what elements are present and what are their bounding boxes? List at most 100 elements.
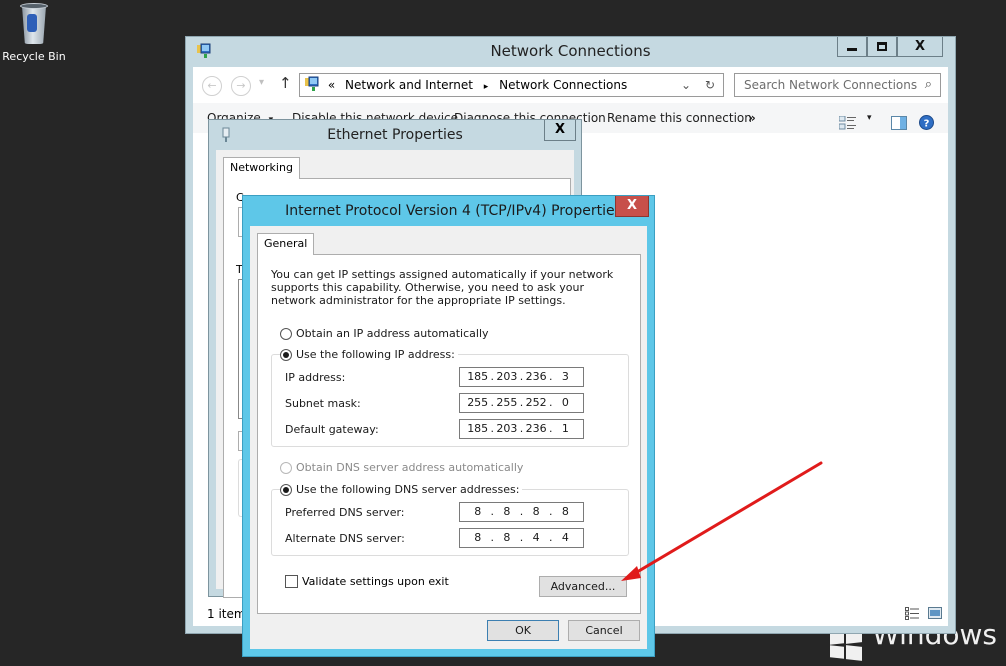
alternate-dns-field[interactable]: 8. 8. 4. 4 (459, 528, 584, 548)
octet: 0 (561, 396, 569, 409)
more-commands-button[interactable]: » (748, 103, 756, 133)
recycle-bin-shortcut[interactable]: Recycle Bin (0, 2, 68, 63)
view-details-icon (838, 115, 856, 130)
breadcrumb-network-connections[interactable]: Network Connections (499, 78, 627, 92)
address-bar[interactable]: « Network and Internet ▸ Network Connect… (299, 73, 724, 97)
radio-label: Use the following IP address: (296, 348, 455, 361)
ip-settings-description: You can get IP settings assigned automat… (271, 268, 614, 307)
maximize-button[interactable] (867, 37, 897, 57)
cancel-button[interactable]: Cancel (568, 620, 640, 641)
up-arrow-icon: ↑ (279, 74, 292, 92)
subnet-mask-field[interactable]: 255. 255. 252. 0 (459, 393, 584, 413)
tab-general[interactable]: General (257, 233, 315, 255)
octet: 8 (474, 531, 482, 544)
preferred-dns-label: Preferred DNS server: (285, 506, 405, 519)
close-button[interactable]: X (544, 120, 576, 141)
search-placeholder: Search Network Connections (744, 78, 918, 92)
search-input[interactable]: Search Network Connections ⌕ (734, 73, 941, 97)
dns-group: Preferred DNS server: 8. 8. 8. 8 Alterna… (271, 489, 629, 556)
radio-label: Obtain an IP address automatically (296, 327, 489, 340)
octet: 203 (496, 422, 518, 435)
default-gateway-label: Default gateway: (285, 423, 379, 436)
ok-button[interactable]: OK (487, 620, 559, 641)
back-button[interactable]: ← (202, 76, 222, 96)
refresh-icon[interactable]: ↻ (705, 74, 715, 96)
svg-text:?: ? (924, 119, 930, 130)
view-options-dropdown[interactable]: ▾ (867, 103, 872, 133)
ip-address-group: IP address: 185. 203. 236. 3 Subnet mask… (271, 354, 629, 447)
large-icons-view-button[interactable] (928, 607, 942, 622)
network-folder-icon (305, 76, 319, 91)
breadcrumb-network-and-internet[interactable]: Network and Internet (345, 78, 473, 92)
validate-settings-checkbox[interactable]: Validate settings upon exit (285, 575, 449, 588)
tab-networking[interactable]: Networking (223, 157, 300, 179)
up-button[interactable]: ↑ (279, 74, 292, 92)
octet: 8 (503, 505, 511, 518)
navigation-bar: ← → ▾ ↑ « Network and Internet ▸ Network… (193, 67, 948, 103)
forward-icon: → (236, 79, 246, 92)
chevron-down-icon: ▾ (259, 77, 265, 88)
preview-pane-button[interactable] (891, 111, 907, 141)
use-following-ip-radio[interactable]: Use the following IP address: (280, 348, 458, 361)
close-icon: X (626, 198, 638, 213)
checkbox-icon (285, 575, 298, 588)
radio-icon (280, 327, 292, 340)
help-icon: ? (919, 115, 934, 130)
forward-button[interactable]: → (231, 76, 251, 96)
checkbox-label: Validate settings upon exit (302, 575, 449, 588)
default-gateway-field[interactable]: 185. 203. 236. 1 (459, 419, 584, 439)
search-icon[interactable]: ⌕ (925, 74, 932, 96)
address-dropdown-icon[interactable]: ⌄ (681, 74, 691, 96)
close-button[interactable]: X (615, 196, 649, 217)
octet: 185 (467, 370, 489, 383)
recent-locations-button[interactable]: ▾ (259, 77, 264, 88)
minimize-button[interactable] (837, 37, 867, 57)
large-icons-view-icon (928, 607, 942, 619)
octet: 255 (467, 396, 489, 409)
dialog-title: Ethernet Properties (327, 127, 463, 143)
rename-connection-button[interactable]: Rename this connection (607, 103, 752, 133)
octet: 8 (503, 531, 511, 544)
ipv4-properties-dialog: Internet Protocol Version 4 (TCP/IPv4) P… (242, 195, 655, 657)
breadcrumb-overflow-icon[interactable]: « (328, 78, 335, 92)
use-following-dns-radio[interactable]: Use the following DNS server addresses: (280, 483, 523, 496)
breadcrumb-separator-icon[interactable]: ▸ (484, 82, 489, 92)
octet: 8 (532, 505, 540, 518)
radio-label: Use the following DNS server addresses: (296, 483, 520, 496)
preferred-dns-field[interactable]: 8. 8. 8. 8 (459, 502, 584, 522)
recycle-bin-icon (17, 2, 51, 46)
item-count: 1 item (207, 607, 246, 621)
close-button[interactable]: X (897, 37, 943, 57)
octet: 236 (525, 370, 547, 383)
advanced-button[interactable]: Advanced... (539, 576, 627, 597)
radio-selected-icon (280, 348, 292, 361)
details-view-icon (905, 607, 919, 620)
minimize-icon (847, 48, 857, 51)
change-view-button[interactable] (838, 111, 857, 141)
obtain-ip-automatically-radio[interactable]: Obtain an IP address automatically (280, 327, 492, 340)
obtain-dns-automatically-radio[interactable]: Obtain DNS server address automatically (280, 461, 527, 474)
ip-address-label: IP address: (285, 371, 346, 384)
close-icon: X (914, 39, 926, 54)
chevron-down-icon: ▾ (867, 113, 872, 123)
octet: 8 (561, 505, 569, 518)
octet: 1 (561, 422, 569, 435)
radio-icon (280, 461, 292, 474)
alternate-dns-label: Alternate DNS server: (285, 532, 405, 545)
octet: 255 (496, 396, 518, 409)
help-button[interactable]: ? (919, 111, 934, 141)
octet: 4 (561, 531, 569, 544)
octet: 4 (532, 531, 540, 544)
octet: 185 (467, 422, 489, 435)
close-icon: X (554, 122, 566, 137)
ip-address-field[interactable]: 185. 203. 236. 3 (459, 367, 584, 387)
dialog-title: Internet Protocol Version 4 (TCP/IPv4) P… (285, 203, 622, 219)
subnet-mask-label: Subnet mask: (285, 397, 361, 410)
octet: 236 (525, 422, 547, 435)
octet: 203 (496, 370, 518, 383)
preview-pane-icon (891, 116, 907, 130)
details-view-button[interactable] (905, 607, 920, 623)
octet: 8 (474, 505, 482, 518)
maximize-icon (877, 42, 887, 51)
radio-selected-icon (280, 483, 292, 496)
